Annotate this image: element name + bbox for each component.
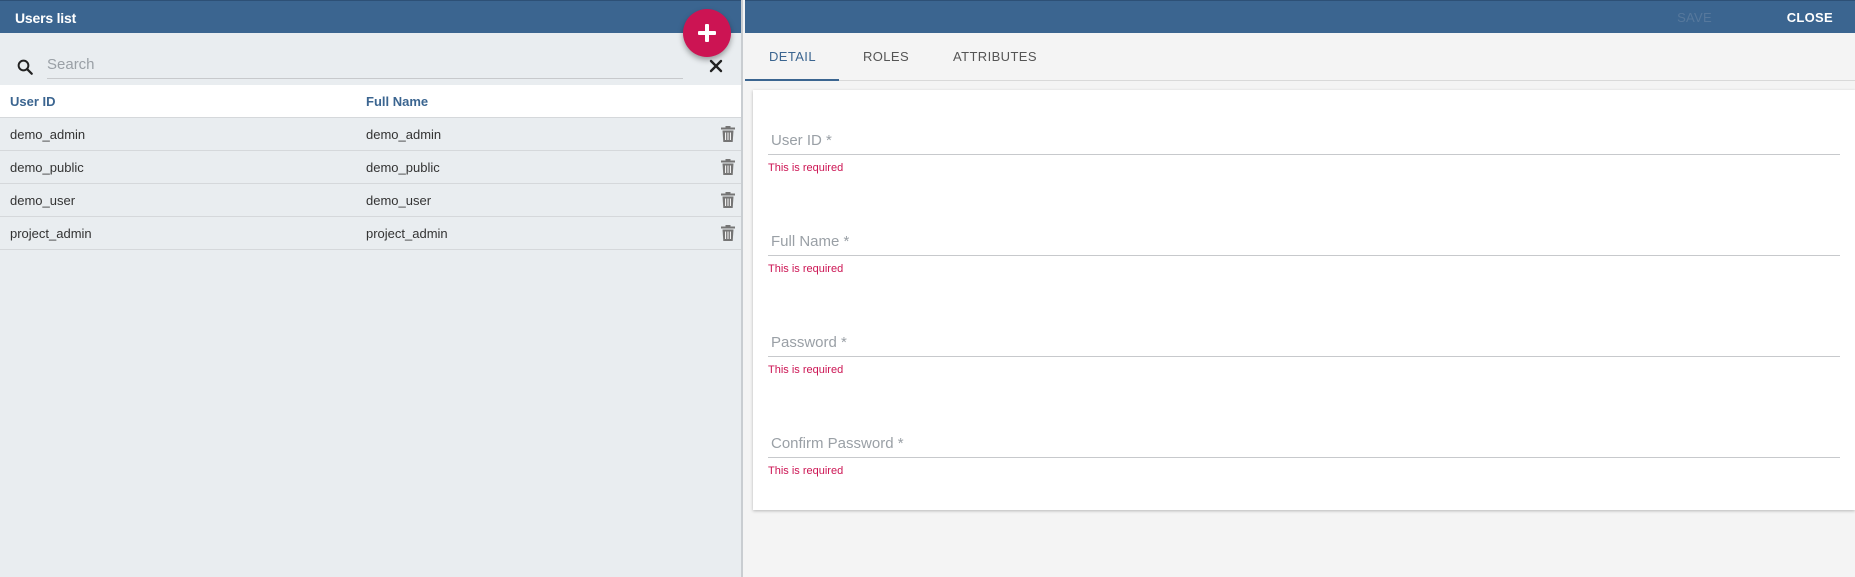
tab-roles[interactable]: ROLES <box>839 33 933 81</box>
user-form: User ID * This is required Full Name * T… <box>753 90 1855 510</box>
column-header-user-id[interactable]: User ID <box>10 94 56 109</box>
cell-user-id: demo_public <box>10 160 84 175</box>
tab-detail[interactable]: DETAIL <box>745 33 839 81</box>
detail-toolbar: SAVE CLOSE <box>745 0 1855 33</box>
cell-user-id: demo_admin <box>10 127 86 142</box>
cell-full-name: demo_admin <box>366 127 442 142</box>
column-header-full-name[interactable]: Full Name <box>366 94 428 109</box>
divider <box>768 457 1840 458</box>
table-header: User ID Full Name <box>0 85 741 118</box>
table-row[interactable]: demo_admin demo_admin <box>0 118 741 151</box>
search-input[interactable] <box>47 50 683 79</box>
plus-icon <box>698 24 716 42</box>
full-name-error: This is required <box>768 263 844 275</box>
cell-full-name: demo_public <box>366 160 440 175</box>
close-icon[interactable] <box>708 58 724 74</box>
users-list-title: Users list <box>0 0 741 33</box>
table-row[interactable]: demo_user demo_user <box>0 184 741 217</box>
trash-icon[interactable] <box>721 192 735 208</box>
user-detail-panel: SAVE CLOSE DETAIL ROLES ATTRIBUTES User … <box>745 0 1855 577</box>
user-id-error: This is required <box>768 162 844 174</box>
confirm-password-input[interactable] <box>768 435 1840 457</box>
trash-icon[interactable] <box>721 159 735 175</box>
users-list-panel: Users list User ID Full Name demo_admin … <box>0 0 743 577</box>
trash-icon[interactable] <box>721 225 735 241</box>
detail-tabs: DETAIL ROLES ATTRIBUTES <box>745 33 1855 81</box>
confirm-password-error: This is required <box>768 465 844 477</box>
divider <box>768 154 1840 155</box>
cell-user-id: project_admin <box>10 226 92 241</box>
tab-attributes[interactable]: ATTRIBUTES <box>929 33 1061 81</box>
search-icon <box>17 59 33 75</box>
divider <box>768 356 1840 357</box>
table-row[interactable]: demo_public demo_public <box>0 151 741 184</box>
trash-icon[interactable] <box>721 126 735 142</box>
divider <box>768 255 1840 256</box>
save-button[interactable]: SAVE <box>1677 10 1712 25</box>
cell-user-id: demo_user <box>10 193 76 208</box>
full-name-input[interactable] <box>768 233 1840 255</box>
user-id-input[interactable] <box>768 132 1840 154</box>
users-table: User ID Full Name demo_admin demo_admin … <box>0 85 741 250</box>
cell-full-name: project_admin <box>366 226 448 241</box>
password-error: This is required <box>768 364 844 376</box>
table-row[interactable]: project_admin project_admin <box>0 217 741 250</box>
search-bar <box>0 50 741 84</box>
close-button[interactable]: CLOSE <box>1787 10 1833 25</box>
password-input[interactable] <box>768 334 1840 356</box>
add-user-button[interactable] <box>683 9 731 57</box>
cell-full-name: demo_user <box>366 193 432 208</box>
